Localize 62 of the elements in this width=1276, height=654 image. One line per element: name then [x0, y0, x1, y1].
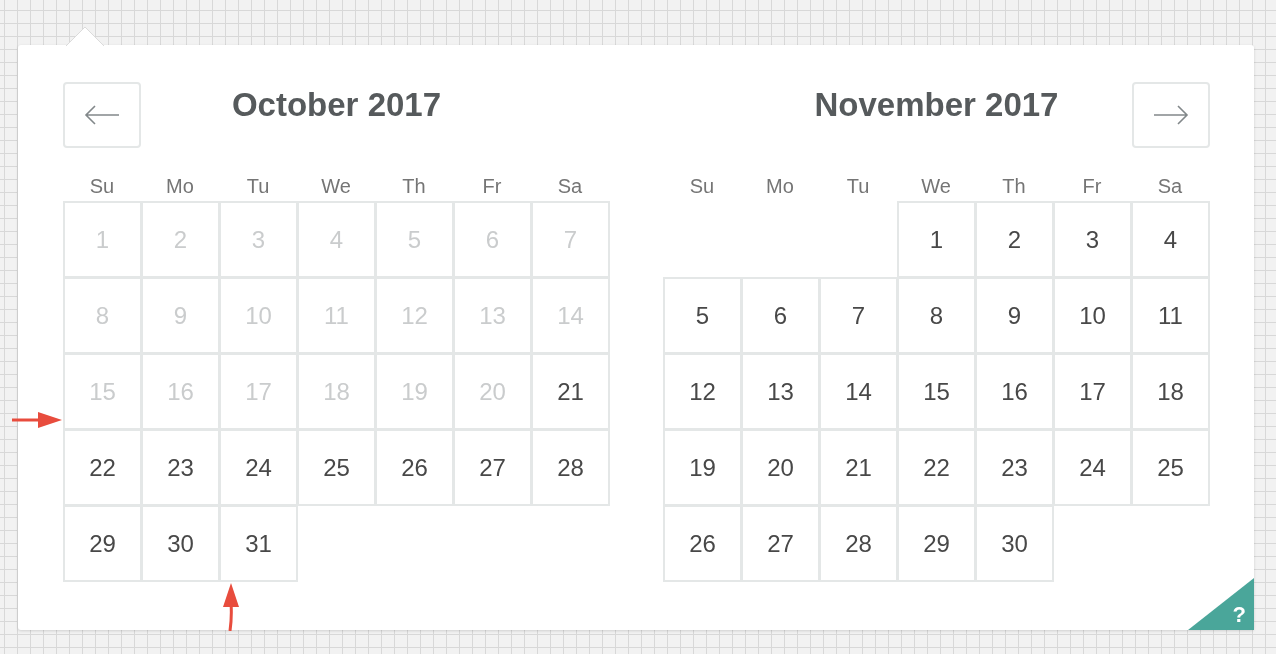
weekday-label: Tu — [245, 175, 271, 199]
weekday-label: Fr — [1081, 175, 1103, 199]
annotation-arrow-icon — [12, 412, 62, 428]
day-cell[interactable]: 14 — [819, 353, 898, 430]
day-cell[interactable]: 30 — [975, 505, 1054, 582]
day-cell[interactable]: 15 — [897, 353, 976, 430]
day-cell[interactable]: 8 — [897, 277, 976, 354]
weekday-label: Mo — [165, 175, 195, 199]
day-cell[interactable]: 10 — [1053, 277, 1132, 354]
day-cell[interactable]: 28 — [819, 505, 898, 582]
previous-month-button[interactable] — [63, 82, 141, 148]
weekday-label: Su — [688, 175, 716, 199]
weekday-label: Th — [401, 175, 427, 199]
next-month-button[interactable] — [1132, 82, 1210, 148]
weekday-label: Sa — [1156, 175, 1184, 199]
weekday-label: We — [920, 175, 952, 199]
day-cell[interactable]: 21 — [819, 429, 898, 506]
day-cell[interactable]: 22 — [897, 429, 976, 506]
weekday-label: Th — [1001, 175, 1027, 199]
day-cell[interactable]: 6 — [741, 277, 820, 354]
day-cell[interactable]: 31 — [219, 505, 298, 582]
day-cell[interactable]: 25 — [1131, 429, 1210, 506]
day-cell[interactable]: 27 — [453, 429, 532, 506]
day-cell[interactable]: 29 — [63, 505, 142, 582]
day-cell[interactable]: 13 — [741, 353, 820, 430]
weekday-label: Sa — [556, 175, 584, 199]
day-cell[interactable]: 11 — [1131, 277, 1210, 354]
day-cell[interactable]: 20 — [741, 429, 820, 506]
day-cell[interactable]: 9 — [975, 277, 1054, 354]
day-cell[interactable]: 5 — [663, 277, 742, 354]
day-cell[interactable]: 16 — [975, 353, 1054, 430]
day-cell[interactable]: 7 — [819, 277, 898, 354]
day-cell[interactable]: 28 — [531, 429, 610, 506]
day-cell[interactable]: 12 — [663, 353, 742, 430]
weekday-label: Mo — [765, 175, 795, 199]
day-cell[interactable]: 3 — [1053, 201, 1132, 278]
right-arrow-icon — [1153, 105, 1189, 125]
day-cell[interactable]: 24 — [219, 429, 298, 506]
weekday-label: We — [320, 175, 352, 199]
day-cell[interactable]: 23 — [141, 429, 220, 506]
day-cell[interactable]: 25 — [297, 429, 376, 506]
day-cell[interactable]: 18 — [1131, 353, 1210, 430]
day-cell[interactable]: 23 — [975, 429, 1054, 506]
left-arrow-icon — [84, 105, 120, 125]
day-cell[interactable]: 21 — [531, 353, 610, 430]
day-cell[interactable]: 24 — [1053, 429, 1132, 506]
weekday-label: Tu — [845, 175, 871, 199]
weekday-label: Su — [88, 175, 116, 199]
month-title: October 2017 — [230, 85, 443, 125]
month-title: November 2017 — [813, 85, 1060, 125]
day-cell[interactable]: 4 — [1131, 201, 1210, 278]
day-cell[interactable]: 1 — [897, 201, 976, 278]
day-cell[interactable]: 29 — [897, 505, 976, 582]
weekday-label: Fr — [481, 175, 503, 199]
day-cell[interactable]: 22 — [63, 429, 142, 506]
day-cell[interactable]: 17 — [1053, 353, 1132, 430]
day-cell[interactable]: 19 — [663, 429, 742, 506]
day-cell[interactable]: 27 — [741, 505, 820, 582]
day-cell[interactable]: 2 — [975, 201, 1054, 278]
day-cell[interactable]: 30 — [141, 505, 220, 582]
day-cell[interactable]: 26 — [663, 505, 742, 582]
day-cell[interactable]: 26 — [375, 429, 454, 506]
